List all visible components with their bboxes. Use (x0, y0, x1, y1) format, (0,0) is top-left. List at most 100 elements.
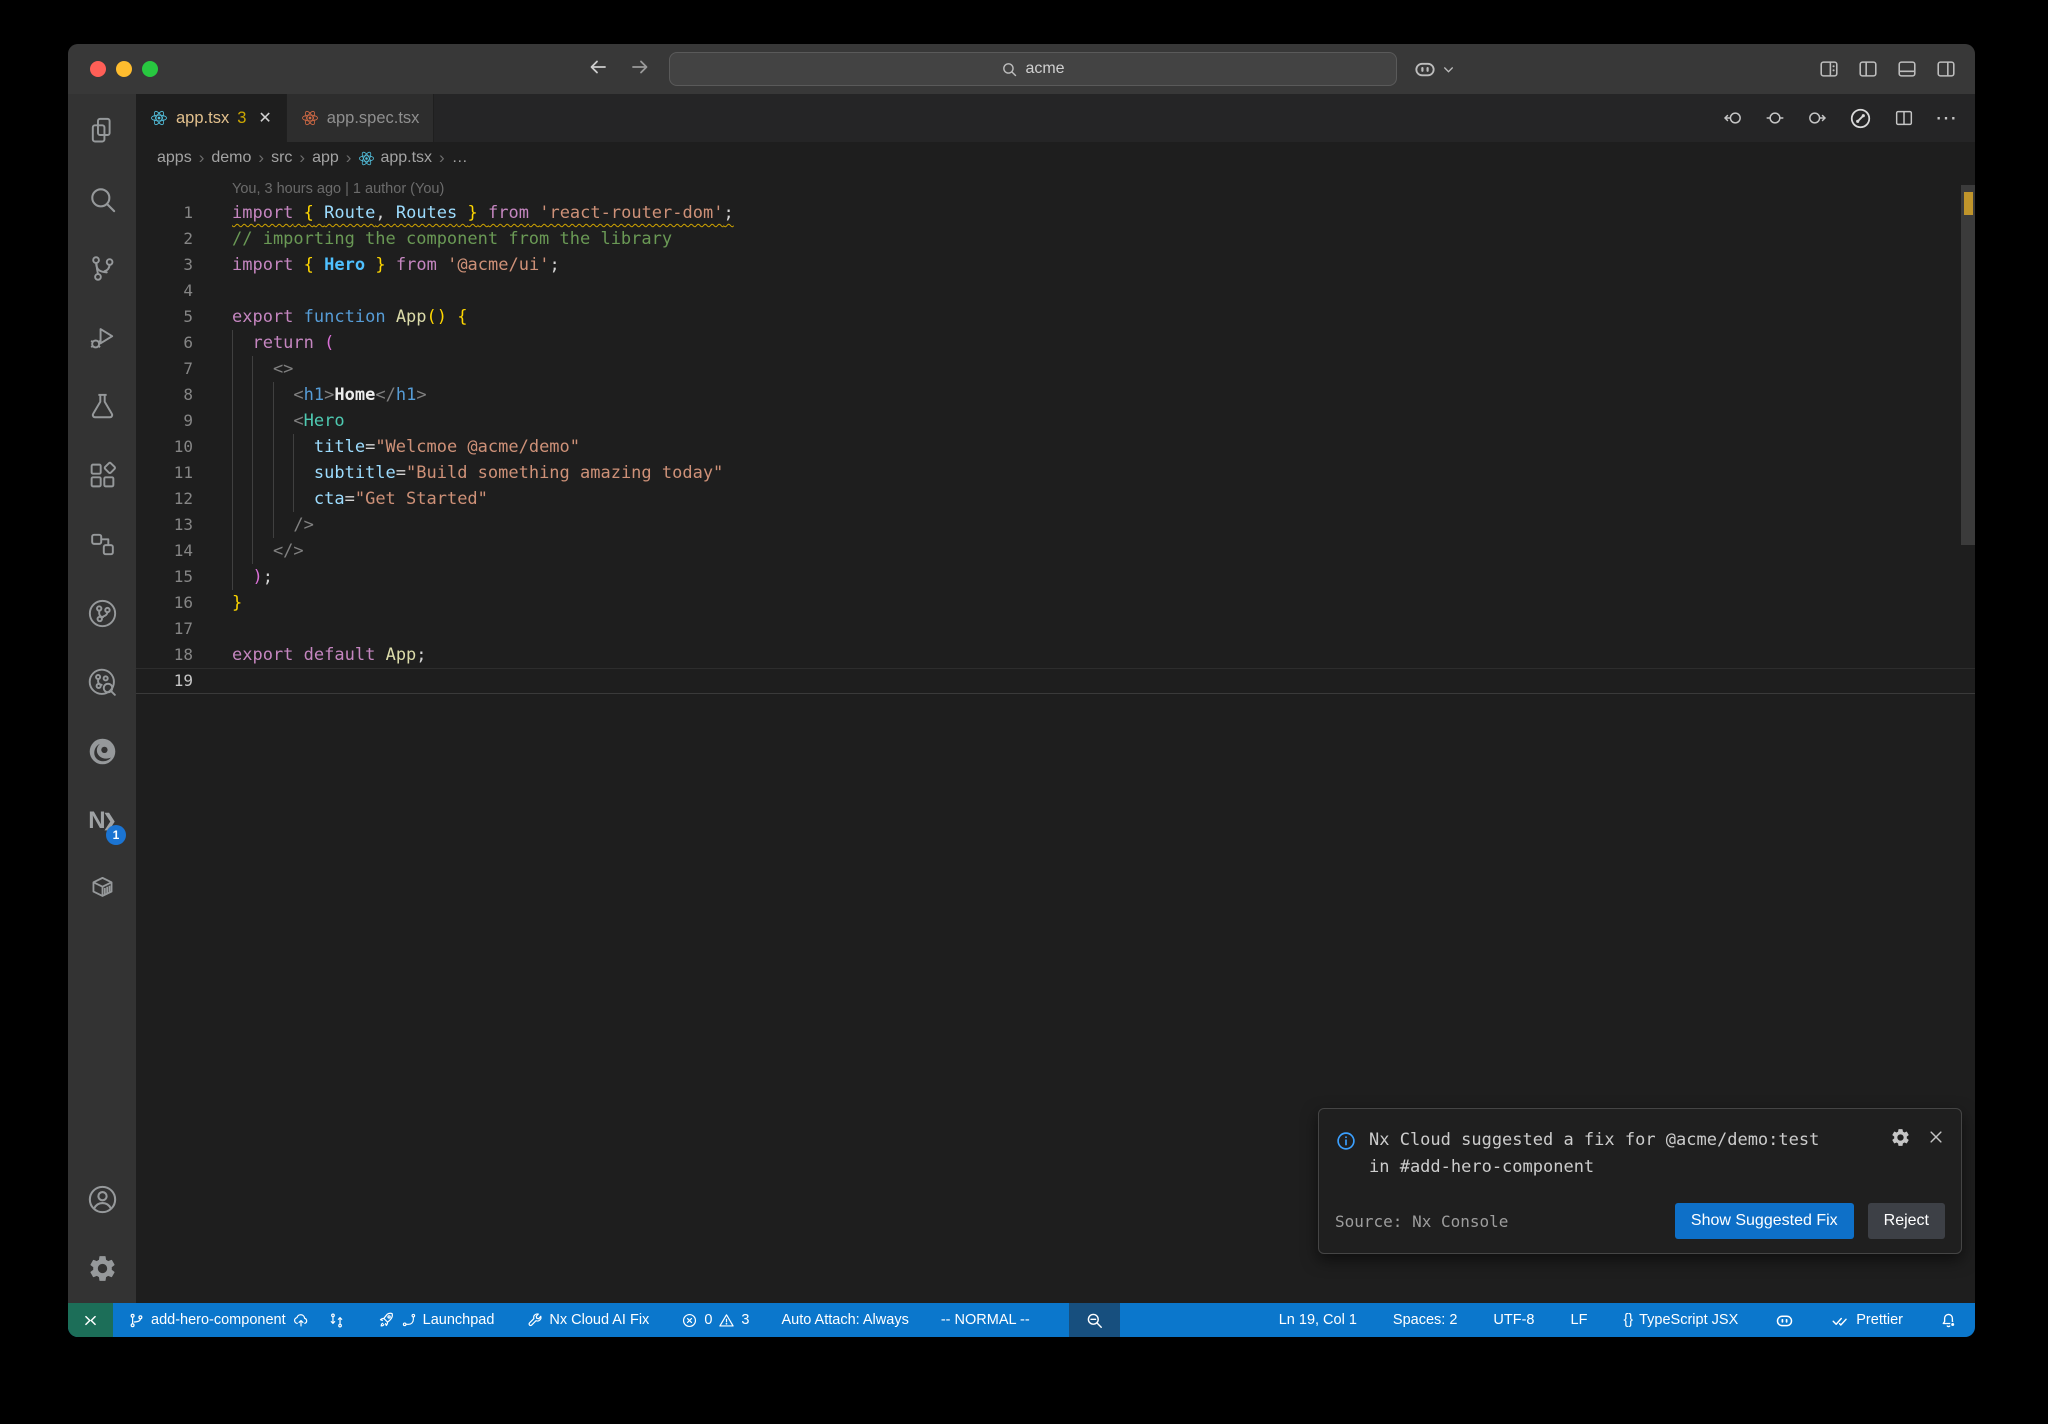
gitlens-search-icon (86, 666, 119, 699)
notification-close-icon[interactable] (1927, 1128, 1945, 1146)
vim-mode-item[interactable]: -- NORMAL -- (932, 1303, 1039, 1337)
notification-settings-gear-icon[interactable] (1890, 1127, 1911, 1148)
line-number: 7 (183, 359, 193, 378)
code-line-10[interactable]: 10 title="Welcmoe @acme/demo" (136, 434, 1975, 460)
code-line-13[interactable]: 13/> (136, 512, 1975, 538)
notifications-bell-item[interactable] (1930, 1303, 1967, 1337)
sidebar-item-edge-tools[interactable] (68, 717, 136, 786)
scrollbar-slider[interactable] (1961, 185, 1975, 545)
scrollbar[interactable] (1961, 174, 1975, 1303)
breadcrumb-item-src[interactable]: src (271, 149, 292, 167)
split-editor-icon[interactable] (1893, 107, 1915, 129)
tab-app-tsx[interactable]: app.tsx 3 ✕ (136, 94, 287, 142)
code-line-6[interactable]: 6 return ( (136, 330, 1975, 356)
commit-graph-icon[interactable] (1848, 106, 1873, 131)
sidebar-item-gitlens[interactable] (68, 579, 136, 648)
navigate-forward-commit-icon[interactable] (1806, 107, 1828, 129)
sidebar-item-search[interactable] (68, 165, 136, 234)
sidebar-item-explorer[interactable] (68, 96, 136, 165)
current-commit-icon[interactable] (1764, 107, 1786, 129)
show-suggested-fix-button[interactable]: Show Suggested Fix (1674, 1203, 1854, 1239)
code-line-2[interactable]: 2// importing the component from the lib… (136, 226, 1975, 252)
history-back-icon[interactable] (586, 55, 610, 79)
breadcrumb-item-app[interactable]: app (312, 149, 339, 167)
breadcrumb-separator: › (345, 148, 352, 167)
sidebar-item-testing[interactable] (68, 372, 136, 441)
sidebar-item-gitlens-inspect[interactable] (68, 648, 136, 717)
cursor-position-item[interactable]: Ln 19, Col 1 (1270, 1303, 1366, 1337)
edge-browser-icon (86, 735, 119, 768)
code-line-8[interactable]: 8 <h1>Home</h1> (136, 382, 1975, 408)
sidebar-item-run-debug[interactable] (68, 303, 136, 372)
code-line-15[interactable]: 15); (136, 564, 1975, 590)
customize-layout-icon[interactable] (1818, 58, 1840, 80)
editor[interactable]: You, 3 hours ago | 1 author (You) 1 impor… (136, 174, 1975, 1303)
command-center-search[interactable]: acme (669, 52, 1397, 86)
code-line-14[interactable]: 14 </> (136, 538, 1975, 564)
settings-button[interactable] (68, 1234, 136, 1303)
sidebar-item-nx-console[interactable]: N ❯ 1 (68, 786, 136, 855)
copilot-status-item[interactable] (1765, 1303, 1804, 1337)
close-window-button[interactable] (90, 61, 106, 77)
code-line-5[interactable]: 5 export function App() { (136, 304, 1975, 330)
auto-attach-item[interactable]: Auto Attach: Always (772, 1303, 917, 1337)
navigate-back-commit-icon[interactable] (1722, 107, 1744, 129)
prettier-item[interactable]: Prettier (1822, 1303, 1912, 1337)
breadcrumb-item-apps[interactable]: apps (157, 149, 192, 167)
breadcrumb-item-app-tsx[interactable]: app.tsx (358, 149, 432, 167)
close-tab-icon[interactable]: ✕ (258, 108, 271, 128)
launchpad-item[interactable]: Launchpad (368, 1303, 504, 1337)
code-line-3[interactable]: 3 import { Hero } from '@acme/ui'; (136, 252, 1975, 278)
breadcrumb-separator: › (439, 148, 445, 167)
line-number: 8 (183, 385, 193, 404)
toggle-primary-sidebar-icon[interactable] (1857, 58, 1879, 80)
code-line-12[interactable]: 12 cta="Get Started" (136, 486, 1975, 512)
history-forward-icon[interactable] (628, 55, 652, 79)
remote-indicator[interactable] (68, 1303, 113, 1337)
traffic-lights (90, 61, 158, 77)
code-line-18[interactable]: 18 export default App; (136, 642, 1975, 668)
more-actions-icon[interactable]: ⋯ (1935, 107, 1957, 129)
breadcrumb-separator: › (258, 148, 265, 167)
maximize-window-button[interactable] (142, 61, 158, 77)
breadcrumb-more[interactable]: … (452, 149, 468, 167)
sidebar-item-package[interactable] (68, 855, 136, 924)
sidebar-item-source-control[interactable] (68, 234, 136, 303)
error-icon (681, 1312, 698, 1329)
line-number: 13 (173, 515, 193, 534)
breadcrumb-item-demo[interactable]: demo (211, 149, 251, 167)
line-number: 3 (183, 255, 193, 274)
info-icon (1335, 1130, 1357, 1152)
language-mode-item[interactable]: {} TypeScript JSX (1614, 1303, 1747, 1337)
problems-item[interactable]: 0 3 (672, 1303, 758, 1337)
git-branch-item[interactable]: add-hero-component (119, 1303, 319, 1337)
eol-item[interactable]: LF (1562, 1303, 1597, 1337)
code-line-9[interactable]: 9 <Hero (136, 408, 1975, 434)
nx-cloud-fix-item[interactable]: Nx Cloud AI Fix (517, 1303, 658, 1337)
code-line-19[interactable]: 19 (136, 668, 1975, 694)
minimize-window-button[interactable] (116, 61, 132, 77)
code-line-7[interactable]: 7 <> (136, 356, 1975, 382)
wrench-icon (526, 1312, 543, 1329)
tab-app-spec-tsx[interactable]: app.spec.tsx (286, 94, 435, 142)
toggle-panel-icon[interactable] (1896, 58, 1918, 80)
nx-cloud-fix-label: Nx Cloud AI Fix (549, 1312, 650, 1328)
encoding-item[interactable]: UTF-8 (1484, 1303, 1543, 1337)
warning-icon (718, 1312, 735, 1329)
code-line-4[interactable]: 4 (136, 278, 1975, 304)
search-highlight-item[interactable] (1068, 1303, 1120, 1337)
gear-icon (87, 1253, 118, 1284)
sidebar-item-extensions[interactable] (68, 441, 136, 510)
sidebar-item-project-graph[interactable] (68, 510, 136, 579)
copilot-menu[interactable] (1412, 56, 1455, 82)
reject-button[interactable]: Reject (1867, 1203, 1945, 1239)
line-number: 4 (183, 281, 193, 300)
code-line-17[interactable]: 17 (136, 616, 1975, 642)
code-line-16[interactable]: 16} (136, 590, 1975, 616)
code-line-11[interactable]: 11 subtitle="Build something amazing toda… (136, 460, 1975, 486)
code-line-1[interactable]: 1 import { Route, Routes } from 'react-ro… (136, 200, 1975, 226)
account-button[interactable] (68, 1165, 136, 1234)
git-compare-item[interactable] (319, 1303, 354, 1337)
indentation-item[interactable]: Spaces: 2 (1384, 1303, 1467, 1337)
toggle-secondary-sidebar-icon[interactable] (1935, 58, 1957, 80)
